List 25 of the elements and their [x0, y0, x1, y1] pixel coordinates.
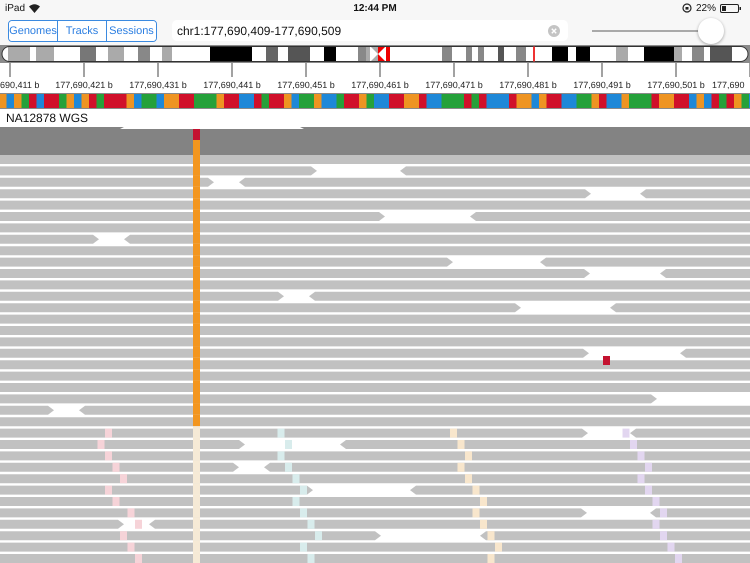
ruler-label: 177,690,441 b — [202, 80, 262, 90]
chromosome-ideogram[interactable] — [0, 46, 750, 62]
track-name: NA12878 WGS — [6, 111, 88, 125]
ruler-label: 177,690,491 b — [572, 80, 632, 90]
rotation-lock-icon — [682, 3, 692, 13]
ruler-label: 177,690,481 b — [498, 80, 558, 90]
ruler-label: 177,690 — [712, 80, 745, 90]
ruler-label: 177,690,421 b — [54, 80, 114, 90]
locus-field[interactable]: chr1:177,690,409-177,690,509 — [172, 20, 568, 41]
battery-icon — [720, 4, 742, 12]
wifi-icon — [29, 4, 40, 12]
ruler-label: 690,411 b — [0, 80, 40, 90]
ruler-label: 177,690,461 b — [350, 80, 410, 90]
ruler-label: 177,690,471 b — [424, 80, 484, 90]
slider-thumb[interactable] — [698, 18, 724, 44]
ruler-label: 177,690,501 b — [646, 80, 706, 90]
ruler-label: 177,690,451 b — [276, 80, 336, 90]
toolbar-tab[interactable]: Tracks — [58, 20, 107, 40]
toolbar-tab[interactable]: Genomes — [9, 20, 58, 40]
toolbar-tab[interactable]: Sessions — [107, 20, 156, 40]
clock-time: 12:44 PM — [353, 2, 397, 14]
ruler-label: 177,690,431 b — [128, 80, 188, 90]
device-name: iPad — [5, 2, 26, 14]
clear-icon[interactable] — [548, 24, 560, 36]
battery-percent: 22% — [696, 2, 716, 14]
